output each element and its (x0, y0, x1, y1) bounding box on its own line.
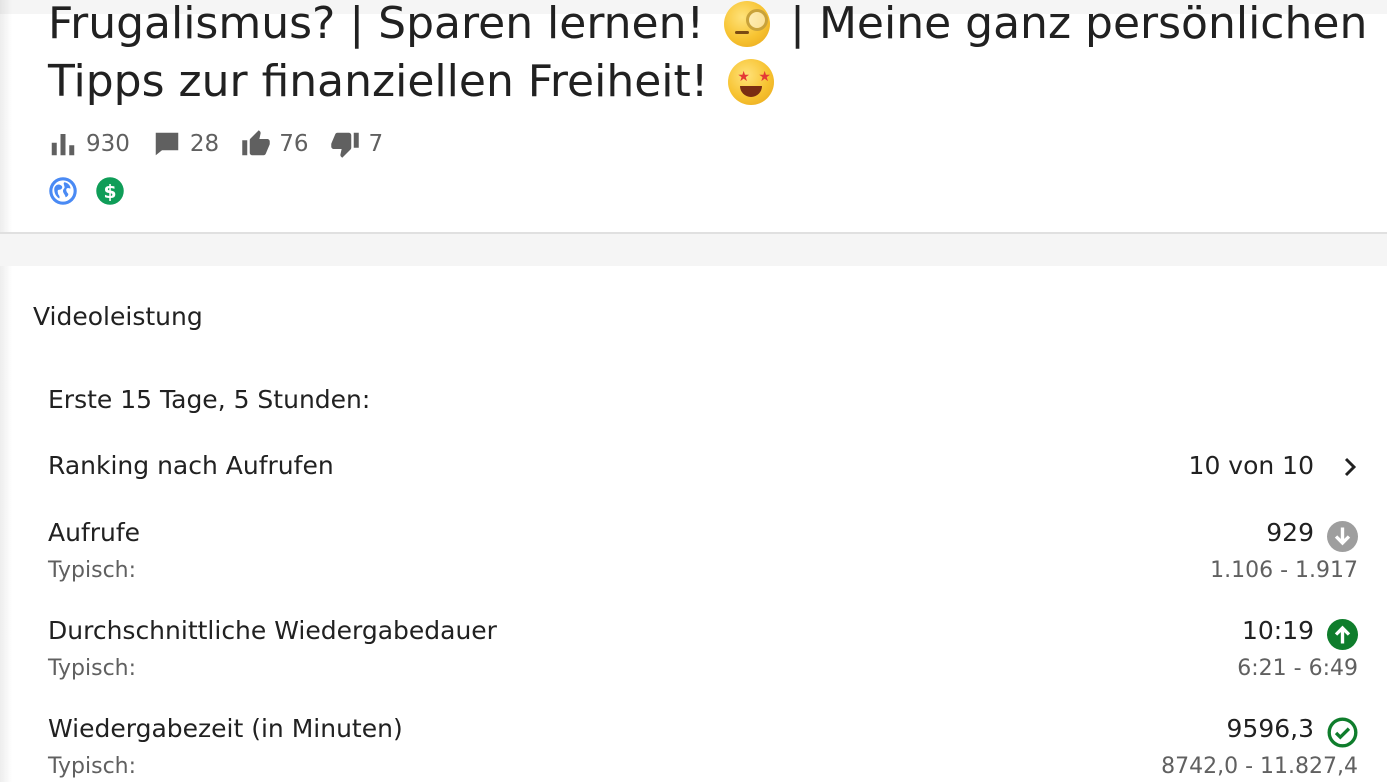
video-title-text-1b: | Meine ganz persönlichen (790, 0, 1368, 49)
section-divider (0, 232, 1387, 266)
likes-count: 76 (279, 131, 309, 157)
metric-value: 9596,3 (1226, 714, 1314, 743)
views-count: 930 (86, 131, 130, 157)
comments-stat: 28 (152, 129, 219, 159)
section-title: Videoleistung (33, 302, 203, 331)
comment-icon (155, 132, 179, 156)
thumbs-up-icon (242, 130, 270, 156)
ranking-value: 10 von 10 (1188, 451, 1314, 480)
left-shadow (0, 0, 12, 782)
typical-range: 6:21 - 6:49 (1237, 656, 1358, 681)
metric-label: Aufrufe (48, 518, 141, 547)
period-label: Erste 15 Tage, 5 Stunden: (48, 385, 371, 414)
typical-label: Typisch: (48, 656, 137, 681)
typical-range: 8742,0 - 11.827,4 (1161, 754, 1358, 779)
views-stat: 930 (48, 129, 130, 159)
bar-chart-icon (51, 134, 75, 156)
metric-label: Wiedergabezeit (in Minuten) (48, 714, 403, 743)
video-title-line-1: Frugalismus? | Sparen lernen! | Meine ga… (48, 0, 1368, 53)
metric-label: Durchschnittliche Wiedergabedauer (48, 616, 497, 645)
likes-stat: 76 (241, 129, 308, 159)
video-title-line-2: Tipps zur finanziellen Freiheit! (48, 53, 1368, 111)
star-struck-emoji-icon (728, 59, 775, 105)
ranking-label: Ranking nach Aufrufen (48, 451, 334, 480)
dislikes-count: 7 (368, 131, 384, 157)
monetization-icon[interactable]: $ (95, 176, 125, 206)
dislikes-stat: 7 (330, 129, 383, 159)
metric-value: 10:19 (1241, 616, 1314, 645)
video-title: Frugalismus? | Sparen lernen! | Meine ga… (48, 0, 1368, 111)
video-stats: 930 28 76 7 (48, 128, 405, 160)
svg-text:$: $ (103, 182, 116, 203)
video-title-text-1: Frugalismus? | Sparen lernen! (48, 0, 705, 49)
monocle-face-emoji-icon (724, 1, 771, 47)
typical-range: 1.106 - 1.917 (1210, 558, 1358, 583)
metric-row-views: Aufrufe 929 Typisch: 1.106 - 1.917 (48, 518, 1358, 586)
typical-label: Typisch: (48, 558, 137, 583)
check-circle-icon (1327, 717, 1358, 748)
video-badges: $ (48, 176, 142, 206)
metric-value: 929 (1266, 518, 1314, 547)
globe-icon[interactable] (48, 176, 78, 206)
metric-row-avg-view-duration: Durchschnittliche Wiedergabedauer 10:19 … (48, 616, 1358, 684)
arrow-up-icon (1327, 619, 1358, 650)
arrow-down-icon (1327, 521, 1358, 552)
thumbs-down-icon (331, 132, 360, 158)
typical-label: Typisch: (48, 754, 137, 779)
chevron-right-icon (1334, 450, 1366, 484)
comments-count: 28 (189, 131, 220, 157)
video-title-text-2: Tipps zur finanziellen Freiheit! (48, 56, 709, 107)
ranking-row[interactable]: Ranking nach Aufrufen 10 von 10 (48, 451, 1358, 487)
metric-row-watch-time: Wiedergabezeit (in Minuten) 9596,3 Typis… (48, 714, 1358, 782)
